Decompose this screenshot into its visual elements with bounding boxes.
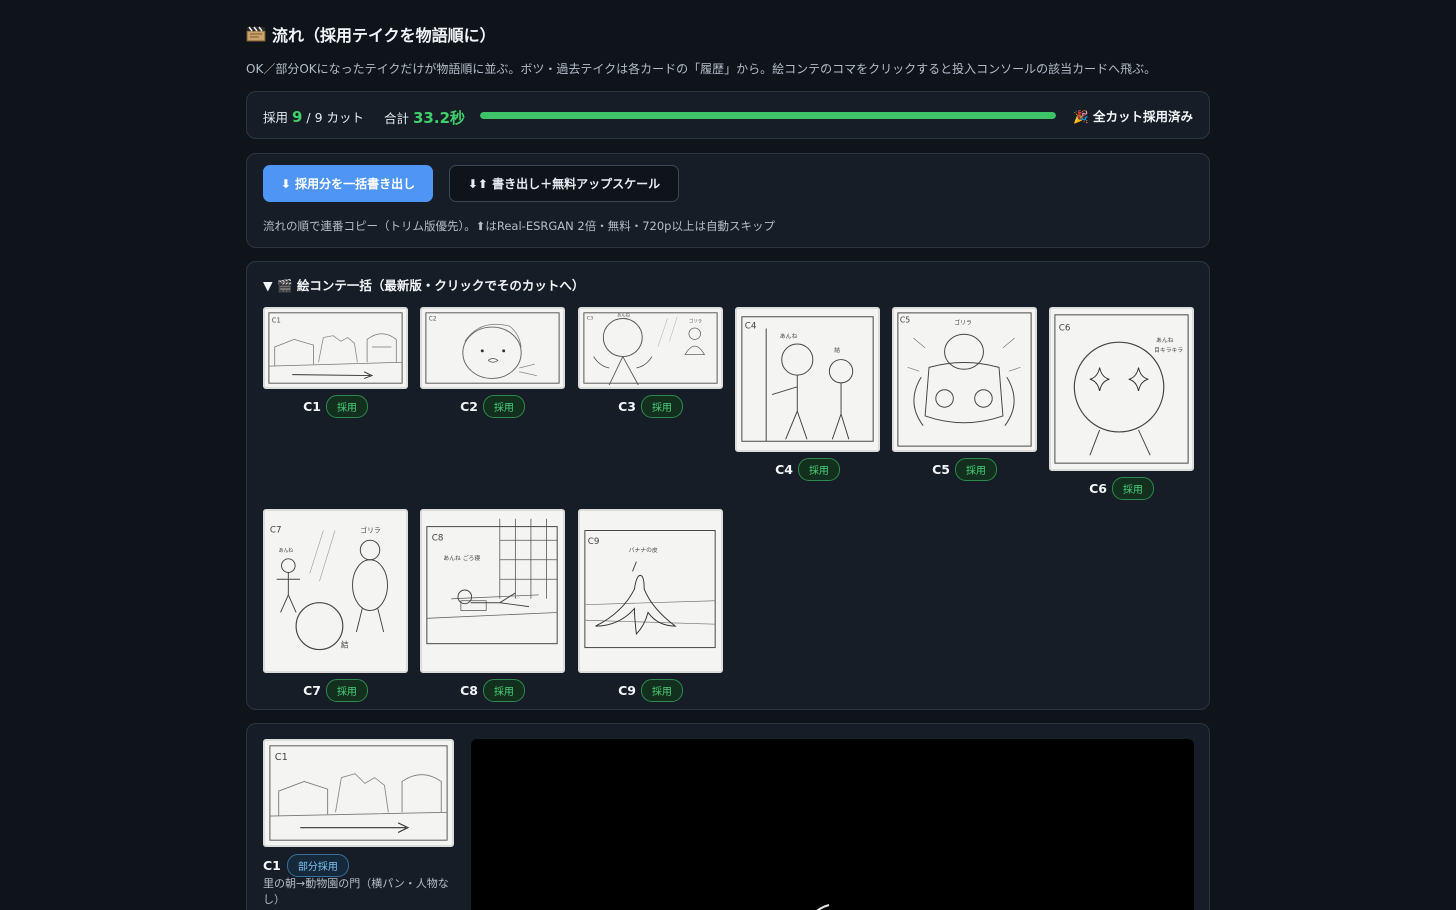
storyboard-thumb: C5 ゴリラ: [892, 307, 1037, 452]
cut-label: C1: [303, 399, 321, 414]
storyboard-frame-c8[interactable]: C8 あんね ごろ寝 C8 採用: [420, 509, 565, 702]
storyboard-thumb: C2: [420, 307, 565, 389]
storyboard-thumb: C1: [263, 307, 408, 389]
video-player[interactable]: [471, 739, 1194, 910]
svg-text:C6: C6: [1059, 323, 1071, 333]
cut-label: C5: [932, 462, 950, 477]
svg-text:あんね: あんね: [780, 333, 798, 340]
status-badge: 採用: [482, 395, 525, 418]
svg-text:C9: C9: [588, 537, 600, 547]
status-badge: 採用: [1111, 477, 1154, 500]
svg-text:ゴリラ: ゴリラ: [689, 317, 702, 324]
export-panel: ⬇ 採用分を一括書き出し ⬇⬆ 書き出し＋無料アップスケール 流れの順で連番コピ…: [246, 153, 1210, 248]
export-note: 流れの順で連番コピー（トリム版優先）。⬆はReal-ESRGAN 2倍・無料・7…: [263, 219, 775, 233]
svg-text:結: 結: [834, 346, 840, 354]
cut-label: C4: [775, 462, 793, 477]
status-badge: 採用: [325, 395, 368, 418]
status-badge: 採用: [482, 679, 525, 702]
storyboard-thumb: C3 あんね ゴリラ: [578, 307, 723, 389]
svg-text:ゴリラ: ゴリラ: [954, 319, 972, 327]
storyboard-frame-c6[interactable]: C6 あんね 目キラキラ C6 採用: [1049, 307, 1194, 500]
total-cuts: / 9 カット: [306, 110, 365, 125]
storyboard-thumb: C9 バナナの皮: [578, 509, 723, 673]
svg-text:C7: C7: [270, 525, 282, 535]
svg-text:C1: C1: [275, 752, 288, 763]
page-description: OK／部分OKになったテイクだけが物語順に並ぶ。ボツ・過去テイクは各カードの「履…: [246, 62, 1157, 76]
storyboard-frame-c1[interactable]: C1 C1 採用: [263, 307, 408, 418]
cut-label: C7: [303, 683, 321, 698]
progress-fill: [480, 112, 1056, 119]
cut-label: C6: [1089, 481, 1107, 496]
storyboard-frame-c7[interactable]: C7 あんね ゴリラ 結 C7 採用: [263, 509, 408, 702]
adopted-count: 9: [292, 108, 303, 126]
storyboard-toggle[interactable]: ▼ 🎬 絵コンテ一括（最新版・クリックでそのカットへ）: [263, 275, 584, 294]
svg-text:ゴリラ: ゴリラ: [360, 525, 380, 534]
cut-label: C1: [263, 858, 281, 873]
sum-summary: 合計 33.2秒: [384, 107, 465, 128]
status-badge: 採用: [640, 395, 683, 418]
sum-label: 合計: [384, 111, 410, 126]
svg-text:あんね: あんね: [279, 548, 294, 554]
status-badge: 採用: [640, 679, 683, 702]
status-badge: 採用: [954, 458, 997, 481]
storyboard-frame-c5[interactable]: C5 ゴリラ C5 採用: [892, 307, 1037, 481]
svg-text:C2: C2: [429, 316, 437, 322]
cut-description: 里の朝→動物園の門（横パン・人物なし）: [263, 877, 449, 906]
storyboard-panel: ▼ 🎬 絵コンテ一括（最新版・クリックでそのカットへ） C1 C1 採用 C2 …: [246, 261, 1210, 710]
console-caption: C1 部分採用: [263, 854, 349, 877]
cut-label: C3: [618, 399, 636, 414]
cut-label: C9: [618, 683, 636, 698]
adopted-summary: 採用 9 / 9 カット: [263, 107, 364, 126]
console-card-c1: C1 C1 部分採用 里の朝→動物園の門（横パン・人物なし）: [246, 723, 1210, 910]
storyboard-frame-c4[interactable]: C4 あんね 結 C4 採用: [735, 307, 880, 481]
page-title: 流れ（採用テイクを物語順に）: [272, 26, 496, 45]
storyboard-frame-c9[interactable]: C9 バナナの皮 C9 採用: [578, 509, 723, 702]
clapperboard-icon: [246, 26, 266, 42]
svg-text:C4: C4: [745, 321, 757, 331]
storyboard-frame-c3[interactable]: C3 あんね ゴリラ C3 採用: [578, 307, 723, 418]
svg-text:あんね: あんね: [1156, 337, 1174, 344]
svg-text:結: 結: [341, 640, 349, 650]
bulk-export-button[interactable]: ⬇ 採用分を一括書き出し: [263, 165, 433, 202]
storyboard-thumb: C4 あんね 結: [735, 307, 880, 452]
storyboard-thumb: C6 あんね 目キラキラ: [1049, 307, 1194, 471]
status-badge: 採用: [325, 679, 368, 702]
svg-text:C3: C3: [587, 316, 593, 322]
status-panel: 採用 9 / 9 カット 合計 33.2秒 🎉 全カット採用済み: [246, 91, 1210, 139]
storyboard-thumb: C8 あんね ごろ寝: [420, 509, 565, 673]
svg-text:あんね: あんね: [617, 313, 631, 319]
progress-bar: [480, 112, 1056, 119]
svg-text:バナナの皮: バナナの皮: [629, 546, 658, 554]
export-upscale-button[interactable]: ⬇⬆ 書き出し＋無料アップスケール: [449, 165, 679, 202]
title-row: 流れ（採用テイクを物語順に）: [246, 22, 496, 46]
status-badge: 採用: [797, 458, 840, 481]
all-adopted-status: 🎉 全カット採用済み: [1073, 109, 1193, 124]
sum-value: 33.2秒: [413, 109, 466, 127]
svg-text:あんね ごろ寝: あんね ごろ寝: [443, 554, 480, 562]
adopted-label: 採用: [263, 110, 289, 125]
svg-text:目キラキラ: 目キラキラ: [1154, 347, 1183, 354]
svg-text:C5: C5: [900, 316, 910, 325]
cut-label: C2: [460, 399, 478, 414]
svg-text:C1: C1: [272, 316, 281, 324]
cut-label: C8: [460, 683, 478, 698]
console-thumbnail[interactable]: C1: [263, 739, 454, 847]
storyboard-thumb: C7 あんね ゴリラ 結: [263, 509, 408, 673]
storyboard-frame-c2[interactable]: C2 C2 採用: [420, 307, 565, 418]
svg-text:C8: C8: [432, 533, 444, 543]
status-badge: 部分採用: [286, 854, 349, 877]
